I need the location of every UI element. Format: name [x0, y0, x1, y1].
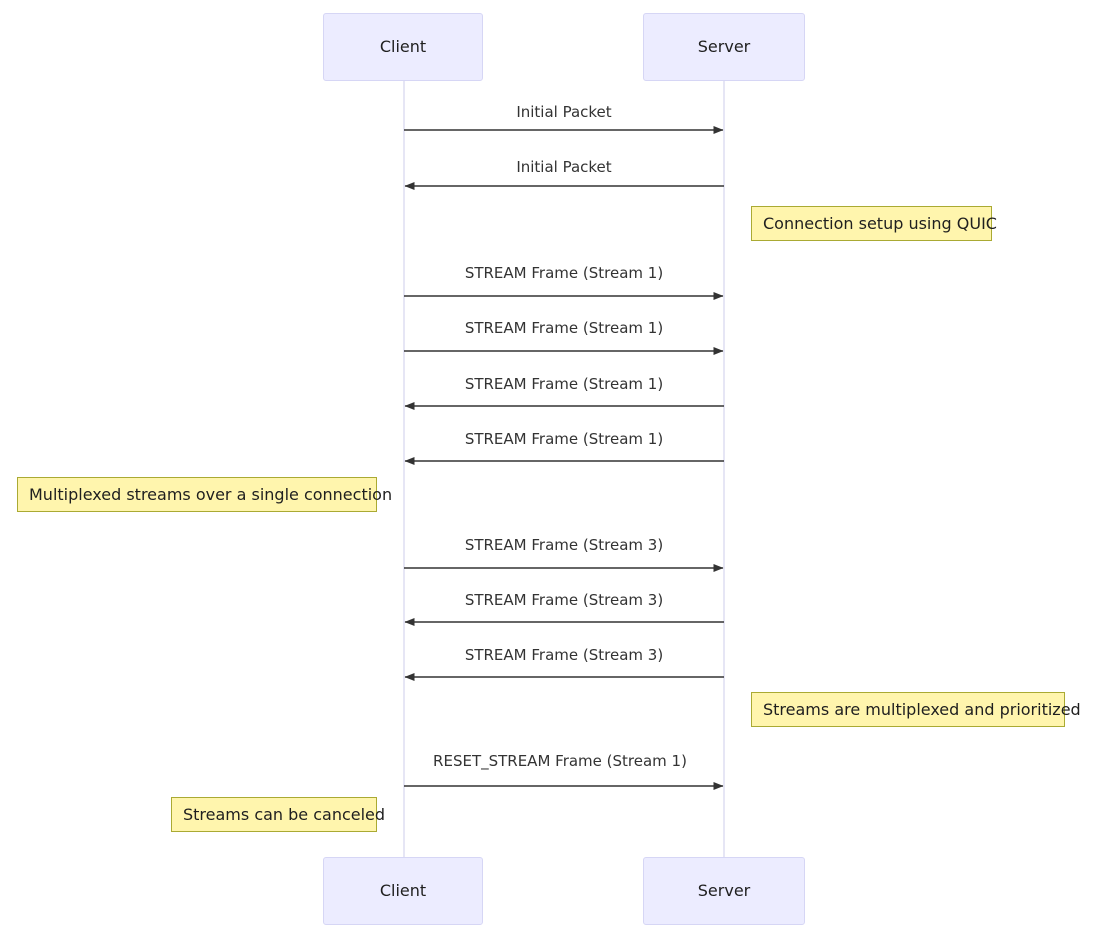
message-label-8: STREAM Frame (Stream 3) [464, 646, 664, 664]
note-connection-setup[interactable]: Connection setup using QUIC [751, 206, 997, 241]
note-connection-setup-label: Connection setup using QUIC [763, 213, 997, 233]
lifelines-group [403, 81, 725, 857]
message-arrows-group [404, 126, 724, 790]
note-streams-canceled[interactable]: Streams can be canceled [171, 797, 385, 832]
message-label-7: STREAM Frame (Stream 3) [464, 591, 664, 609]
participant-box-server-bottom[interactable]: Server [643, 857, 805, 925]
note-multiplexed-streams-label: Multiplexed streams over a single connec… [29, 484, 393, 504]
message-label-4: STREAM Frame (Stream 1) [464, 375, 664, 393]
participant-label-server-bottom: Server [697, 881, 751, 900]
note-streams-prioritized[interactable]: Streams are multiplexed and prioritized [751, 692, 1081, 727]
note-multiplexed-streams[interactable]: Multiplexed streams over a single connec… [17, 477, 392, 512]
note-streams-canceled-label: Streams can be canceled [183, 804, 386, 824]
message-label-1: Initial Packet [516, 158, 612, 176]
note-streams-prioritized-label: Streams are multiplexed and prioritized [763, 699, 1081, 719]
message-label-3: STREAM Frame (Stream 1) [464, 319, 664, 337]
message-label-2: STREAM Frame (Stream 1) [464, 264, 664, 282]
participant-box-client-top[interactable]: Client [323, 13, 483, 81]
participant-label-server-top: Server [697, 37, 751, 56]
message-label-6: STREAM Frame (Stream 3) [464, 536, 664, 554]
participant-label-client-top: Client [379, 37, 427, 56]
sequence-diagram: Client Server Client Server Initial Pack… [0, 0, 1099, 944]
message-label-5: STREAM Frame (Stream 1) [464, 430, 664, 448]
sequence-diagram-canvas [403, 81, 725, 857]
message-label-9: RESET_STREAM Frame (Stream 1) [433, 752, 687, 770]
participant-box-server-top[interactable]: Server [643, 13, 805, 81]
participant-label-client-bottom: Client [379, 881, 427, 900]
message-label-0: Initial Packet [516, 103, 612, 121]
participant-box-client-bottom[interactable]: Client [323, 857, 483, 925]
